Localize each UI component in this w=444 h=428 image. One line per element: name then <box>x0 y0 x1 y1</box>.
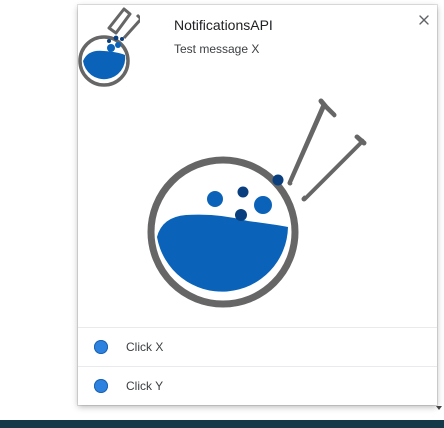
close-icon <box>419 15 429 25</box>
notification-header: NotificationsAPI Test message X <box>78 5 437 87</box>
action-click-y[interactable]: Click Y <box>78 366 437 405</box>
notification-message: Test message X <box>174 42 260 56</box>
blue-circle-icon <box>94 340 108 354</box>
close-button[interactable] <box>415 11 433 29</box>
screen: NotificationsAPI Test message X Click X … <box>0 0 444 428</box>
flask-icon <box>78 7 140 87</box>
taskbar <box>0 420 444 428</box>
action-click-x[interactable]: Click X <box>78 327 437 366</box>
flask-image <box>147 98 367 308</box>
action-label: Click Y <box>126 379 164 393</box>
notification-title: NotificationsAPI <box>174 17 273 33</box>
scroll-arrow-icon <box>436 406 442 410</box>
notification-card[interactable]: NotificationsAPI Test message X Click X … <box>78 5 437 405</box>
action-label: Click X <box>126 340 164 354</box>
blue-circle-icon <box>94 379 108 393</box>
notification-actions: Click X Click Y <box>78 327 437 405</box>
